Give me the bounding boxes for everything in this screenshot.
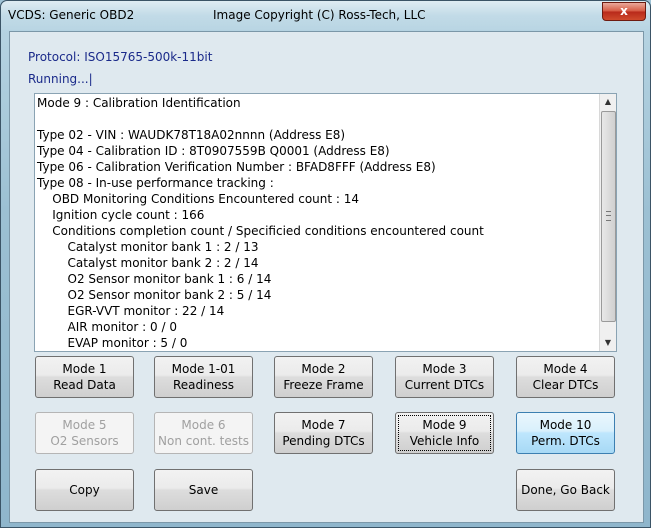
scroll-up-icon[interactable]: ▲: [600, 94, 616, 110]
output-line: O2 Sensor monitor bank 2 : 5 / 14: [37, 288, 272, 302]
mode2-freeze-frame-button[interactable]: Mode 2 Freeze Frame: [274, 356, 373, 398]
mode10-perm-dtcs-button[interactable]: Mode 10 Perm. DTCs: [516, 412, 615, 454]
done-button-label: Done, Go Back: [521, 483, 610, 497]
mode7-pending-dtcs-button[interactable]: Mode 7 Pending DTCs: [274, 412, 373, 454]
button-label-line2: Read Data: [53, 378, 116, 392]
mode9-vehicle-info-button[interactable]: Mode 9 Vehicle Info: [395, 412, 494, 454]
output-line: O2 Sensor monitor bank 1 : 6 / 14: [37, 272, 272, 286]
output-line: Catalyst monitor bank 1 : 2 / 13: [37, 240, 259, 254]
copy-button-label: Copy: [69, 483, 100, 497]
mode3-current-dtcs-button[interactable]: Mode 3 Current DTCs: [395, 356, 494, 398]
vertical-scrollbar[interactable]: ▲ ▼: [599, 94, 616, 351]
vcds-window: VCDS: Generic OBD2 Image Copyright (C) R…: [0, 0, 651, 528]
close-button[interactable]: x: [602, 2, 646, 21]
done-go-back-button[interactable]: Done, Go Back: [516, 469, 615, 511]
button-label-line2: Clear DTCs: [532, 378, 599, 392]
grip-icon: [606, 211, 611, 221]
close-icon: x: [620, 4, 628, 18]
output-line: EVAP monitor : 5 / 0: [37, 336, 188, 350]
button-label-line2: Perm. DTCs: [531, 434, 600, 448]
output-line: EGR-VVT monitor : 22 / 14: [37, 304, 225, 318]
save-button-label: Save: [188, 483, 219, 497]
button-label-line2: Non cont. tests: [158, 434, 249, 448]
client-area: Protocol: ISO15765-500k-11bit Running...…: [9, 31, 644, 523]
output-line: Type 04 - Calibration ID : 8T0907559B Q0…: [37, 144, 390, 158]
output-line: OBD Monitoring Conditions Encountered co…: [37, 192, 360, 206]
mode6-non-cont-tests-button: Mode 6 Non cont. tests: [154, 412, 253, 454]
mode4-clear-dtcs-button[interactable]: Mode 4 Clear DTCs: [516, 356, 615, 398]
button-label-line2: Vehicle Info: [409, 434, 480, 448]
button-label-line1: Mode 2: [301, 362, 346, 376]
protocol-label: Protocol: ISO15765-500k-11bit: [28, 50, 213, 64]
button-label-line1: Mode 9: [422, 418, 467, 432]
button-label-line1: Mode 1-01: [171, 362, 236, 376]
button-label-line1: Mode 1: [62, 362, 107, 376]
mode5-o2-sensors-button: Mode 5 O2 Sensors: [35, 412, 134, 454]
output-line: Catalyst monitor bank 2 : 2 / 14: [37, 256, 259, 270]
mode1-01-readiness-button[interactable]: Mode 1-01 Readiness: [154, 356, 253, 398]
output-line: AIR monitor : 0 / 0: [37, 320, 177, 334]
scroll-thumb[interactable]: [601, 111, 616, 322]
output-line: Ignition cycle count : 166: [37, 208, 205, 222]
button-label-line2: Readiness: [173, 378, 234, 392]
title-bar[interactable]: VCDS: Generic OBD2 Image Copyright (C) R…: [1, 1, 650, 30]
button-label-line1: Mode 5: [62, 418, 107, 432]
output-line: Conditions completion count / Specificie…: [37, 224, 484, 238]
button-label-line1: Mode 7: [301, 418, 346, 432]
button-label-line1: Mode 4: [543, 362, 588, 376]
button-label-line2: O2 Sensors: [50, 434, 119, 448]
save-button[interactable]: Save: [154, 469, 253, 511]
output-line: Mode 9 : Calibration Identification: [37, 96, 241, 110]
copyright-notice: Image Copyright (C) Ross-Tech, LLC: [213, 8, 426, 22]
copy-button[interactable]: Copy: [35, 469, 134, 511]
scroll-down-icon[interactable]: ▼: [600, 335, 616, 351]
button-label-line1: Mode 3: [422, 362, 467, 376]
mode1-read-data-button[interactable]: Mode 1 Read Data: [35, 356, 134, 398]
button-label-line1: Mode 6: [181, 418, 226, 432]
button-label-line2: Current DTCs: [404, 378, 485, 392]
status-label: Running...|: [28, 72, 93, 86]
output-line: Type 06 - Calibration Verification Numbe…: [37, 160, 436, 174]
button-label-line1: Mode 10: [539, 418, 592, 432]
button-label-line2: Pending DTCs: [282, 434, 365, 448]
output-lines: Mode 9 : Calibration Identification Type…: [37, 95, 597, 351]
output-line: Type 08 - In-use performance tracking :: [37, 176, 274, 190]
output-line: Type 02 - VIN : WAUDK78T18A02nnnn (Addre…: [37, 128, 346, 142]
output-textbox[interactable]: Mode 9 : Calibration Identification Type…: [34, 93, 617, 352]
window-title: VCDS: Generic OBD2: [8, 8, 135, 22]
button-label-line2: Freeze Frame: [283, 378, 364, 392]
